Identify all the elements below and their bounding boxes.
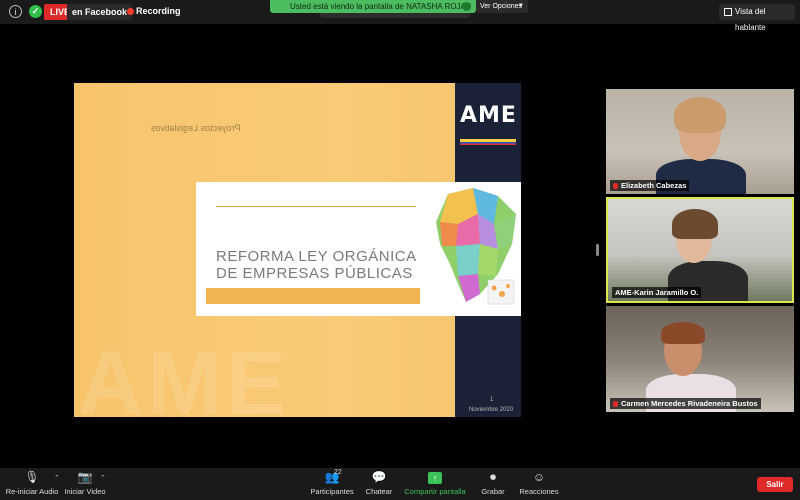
- grid-icon: [724, 8, 732, 16]
- participant-hair: [661, 322, 705, 344]
- participant-hair: [674, 97, 726, 133]
- recording-dot-icon: [127, 8, 134, 15]
- slide-title-card: REFORMA LEY ORGÁNICA DE EMPRESAS PÚBLICA…: [196, 182, 521, 316]
- leave-meeting-button[interactable]: Salir: [757, 477, 793, 492]
- participant-video-tile[interactable]: Carmen Mercedes Rivadeneira Bustos: [606, 306, 794, 412]
- participant-video-tile-active[interactable]: AME-Karin Jaramillo O.: [606, 197, 794, 303]
- share-screen-icon: ↑: [428, 472, 442, 484]
- microphone-muted-icon: [613, 183, 618, 189]
- video-options-chevron-icon[interactable]: ⌃: [100, 474, 106, 482]
- ecuador-map-image: [436, 188, 516, 305]
- card-divider: [216, 206, 416, 207]
- screen-share-banner-text: Usted está viendo la pantalla de NATASHA…: [290, 2, 472, 11]
- chat-bubble-icon: 💬: [371, 470, 387, 484]
- speaker-view-button[interactable]: Vista del hablante: [719, 4, 795, 32]
- reaction-emoji-icon: ☺: [532, 470, 546, 484]
- slide-page-number: 1: [490, 397, 494, 403]
- microphone-muted-icon: [613, 401, 618, 407]
- slide-date: Noviembre 2020: [469, 407, 514, 413]
- participant-hair: [672, 209, 718, 239]
- panel-resize-handle[interactable]: [596, 244, 599, 256]
- screen-share-banner: Usted está viendo la pantalla de NATASHA…: [270, 0, 476, 13]
- slide-watermark: AME: [78, 334, 290, 417]
- share-screen-button[interactable]: ↑ Compartir pantalla: [404, 470, 466, 496]
- view-options-button[interactable]: Ver Opciones ▼: [476, 0, 528, 13]
- participant-video-tile[interactable]: Elizabeth Cabezas: [606, 89, 794, 194]
- share-status-icon: [462, 2, 471, 11]
- slide-mirrored-text: Proyectos Legislativos: [151, 123, 241, 133]
- reactions-button[interactable]: ☺ Reacciones: [518, 470, 560, 496]
- slide-title: REFORMA LEY ORGÁNICA DE EMPRESAS PÚBLICA…: [216, 248, 416, 282]
- view-options-label: Ver Opciones: [480, 3, 523, 10]
- speaker-view-label: Vista del hablante: [735, 7, 766, 32]
- participant-name-label: AME-Karin Jaramillo O.: [612, 287, 702, 298]
- chat-button[interactable]: 💬 Chatear: [362, 470, 396, 496]
- participant-name-label: Elizabeth Cabezas: [610, 180, 690, 191]
- info-icon[interactable]: i: [9, 5, 22, 18]
- ame-logo: AME: [460, 103, 517, 128]
- chevron-down-icon: ▼: [518, 3, 524, 9]
- ecuador-flag-strip: [460, 139, 516, 145]
- security-shield-icon[interactable]: ✓: [29, 5, 42, 18]
- microphone-muted-icon: 🎙: [24, 470, 40, 484]
- participants-button[interactable]: 👥 22 Participantes: [306, 469, 358, 496]
- audio-options-chevron-icon[interactable]: ⌃: [54, 474, 60, 482]
- participant-name-label: Carmen Mercedes Rivadeneira Bustos: [610, 398, 761, 409]
- meeting-toolbar: 🎙 Re-iniciar Audio ⌃ 📷 Iniciar Video ⌃ 👥…: [0, 468, 800, 500]
- share-banner-shadow: [320, 13, 470, 18]
- participants-icon: 👥: [324, 470, 340, 484]
- recording-label: Recording: [136, 6, 181, 16]
- record-icon: ⏺: [489, 470, 496, 484]
- audio-button[interactable]: 🎙 Re-iniciar Audio: [4, 470, 60, 496]
- live-stream-destination[interactable]: en Facebook: [67, 4, 133, 20]
- record-button[interactable]: ⏺ Grabar: [478, 470, 508, 496]
- participants-count: 22: [334, 469, 342, 476]
- card-footer-bar: [206, 288, 420, 304]
